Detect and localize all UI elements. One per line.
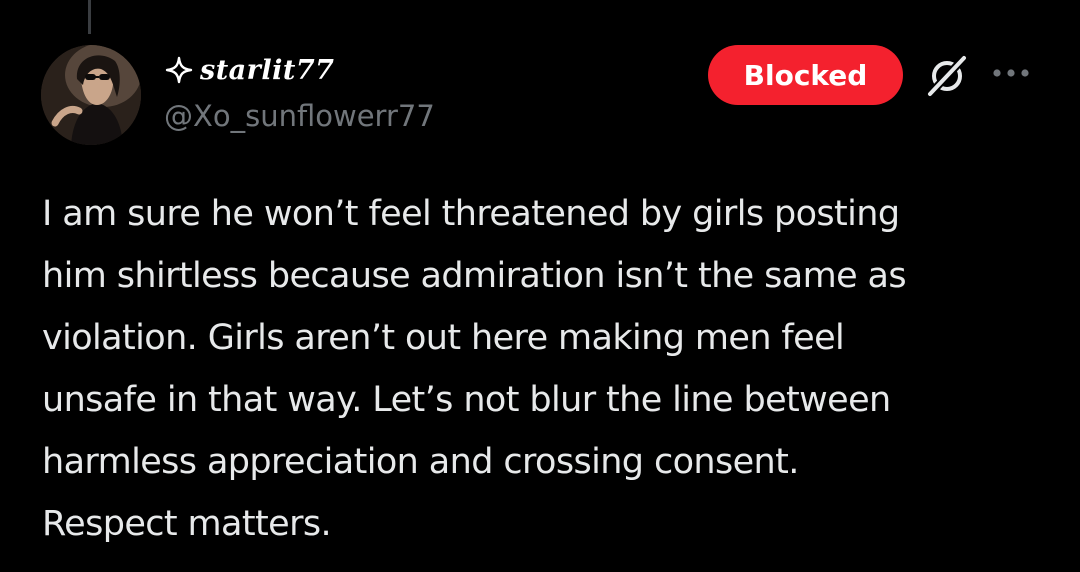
post-text: I am sure he won’t feel threatened by gi… bbox=[42, 194, 907, 544]
thread-connector-line bbox=[88, 0, 91, 34]
avatar-image bbox=[41, 45, 141, 145]
more-icon[interactable] bbox=[990, 66, 1032, 80]
display-name: starlit77 bbox=[200, 54, 335, 86]
avatar[interactable] bbox=[41, 45, 141, 145]
blocked-button[interactable]: Blocked bbox=[708, 45, 903, 105]
sparkle-icon bbox=[165, 56, 193, 84]
grok-icon[interactable] bbox=[923, 52, 971, 100]
user-handle[interactable]: @Xo_sunflowerr77 bbox=[164, 99, 435, 133]
author-name-row[interactable]: starlit77 bbox=[164, 48, 334, 92]
